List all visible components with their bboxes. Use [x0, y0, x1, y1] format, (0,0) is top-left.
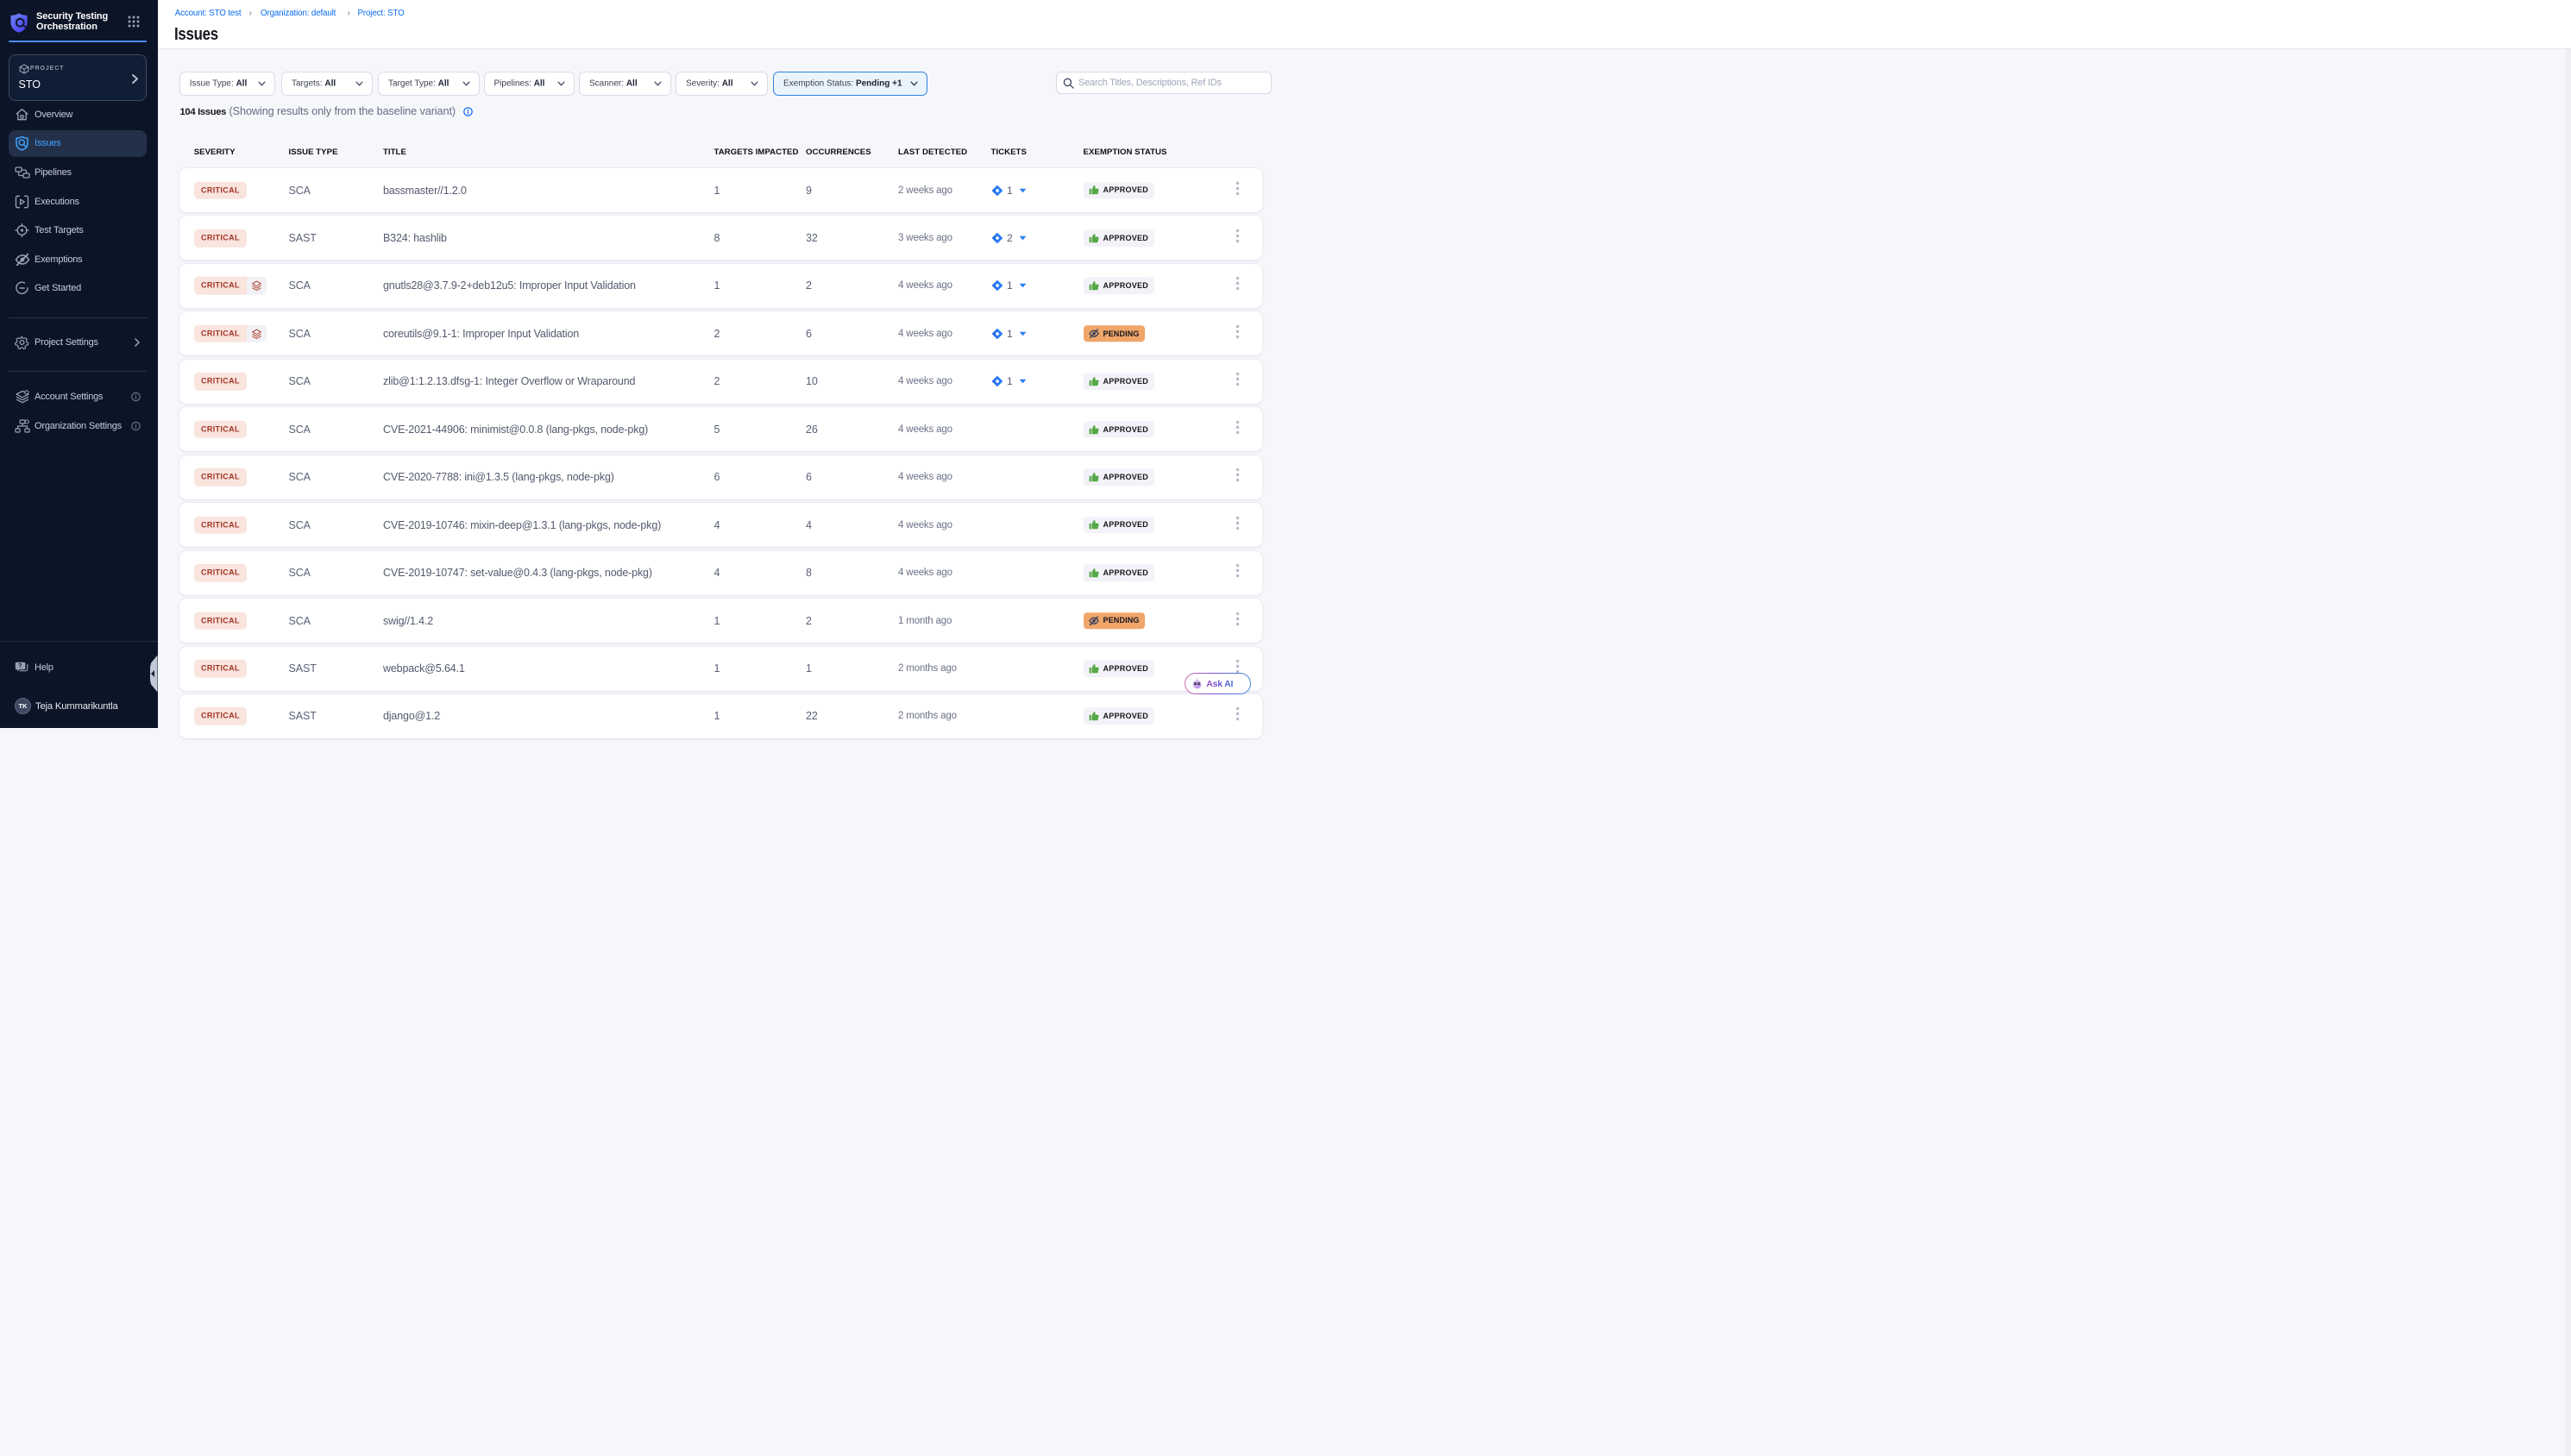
svg-text:?: ?: [18, 663, 22, 669]
